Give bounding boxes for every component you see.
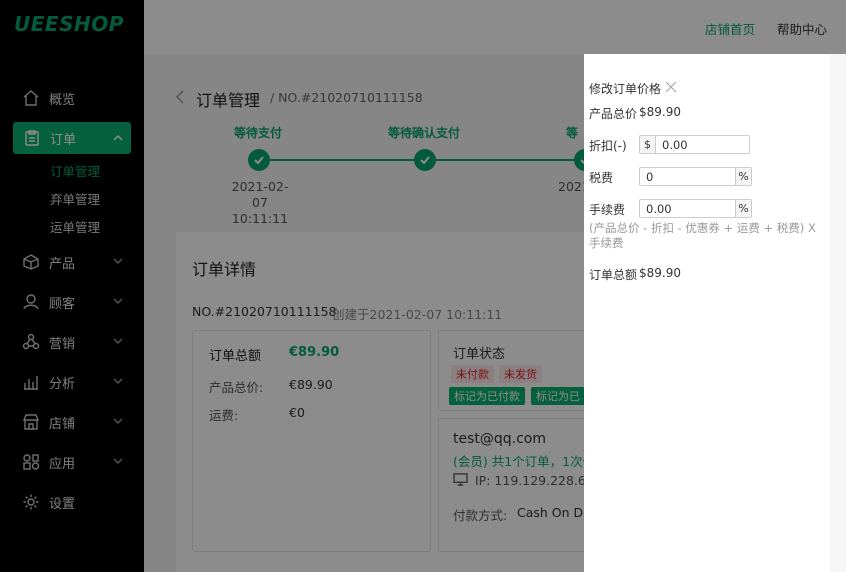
tax-value[interactable]: 0 [640, 170, 735, 184]
currency-prefix: $ [640, 136, 656, 153]
order-total-value: $89.90 [639, 266, 681, 280]
fee-value[interactable]: 0.00 [640, 202, 735, 216]
close-icon[interactable] [665, 81, 677, 93]
product-total-label: 产品总价 [589, 107, 638, 121]
tax-input[interactable]: 0 % [639, 167, 752, 186]
discount-value[interactable]: 0.00 [656, 138, 749, 152]
fee-label: 手续费 [589, 203, 626, 217]
formula-note: (产品总价 - 折扣 - 优惠券 + 运费 + 税费) X 手续费 [589, 221, 816, 250]
percent-suffix: % [735, 168, 751, 185]
discount-input[interactable]: $ 0.00 [639, 135, 750, 154]
panel-title: 修改订单价格 [589, 82, 662, 96]
order-total-label: 订单总额 [589, 268, 638, 282]
product-total-value: $89.90 [639, 105, 681, 119]
edit-price-panel: 修改订单价格 产品总价 $89.90 折扣(-) $ 0.00 税费 0 % 手… [584, 54, 830, 572]
panel-scroll-strip [830, 54, 846, 572]
tax-label: 税费 [589, 171, 614, 185]
discount-label: 折扣(-) [589, 139, 627, 153]
fee-input[interactable]: 0.00 % [639, 199, 752, 218]
percent-suffix: % [735, 200, 751, 217]
